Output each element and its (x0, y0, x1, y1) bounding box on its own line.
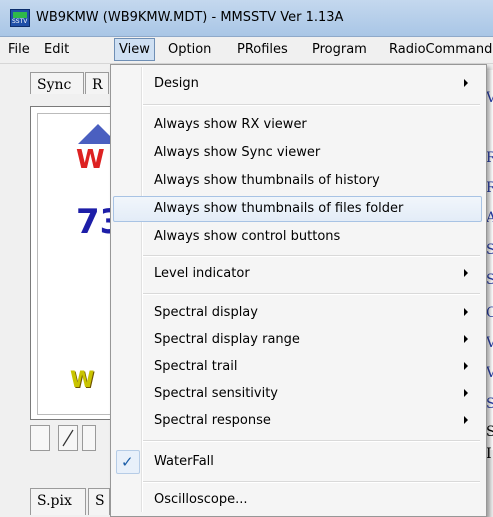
submenu-arrow-icon (464, 335, 468, 343)
right-strip-letter: S (486, 424, 493, 440)
menu-radiocommand[interactable]: RadioCommand (389, 42, 492, 57)
menu-item-show-sync-viewer[interactable]: Always show Sync viewer (113, 140, 482, 166)
menu-separator (143, 440, 480, 442)
rect-tool-button[interactable] (82, 425, 96, 451)
menu-item-show-rx-viewer[interactable]: Always show RX viewer (113, 112, 482, 138)
menu-item-show-control-buttons[interactable]: Always show control buttons (113, 224, 482, 250)
submenu-arrow-icon (464, 416, 468, 424)
picture-text-y: W (70, 368, 95, 393)
submenu-arrow-icon (464, 308, 468, 316)
menu-bar: File Edit View Option PRofiles Program R… (0, 37, 493, 64)
submenu-arrow-icon (464, 79, 468, 87)
line-tool-button[interactable] (58, 425, 78, 451)
right-strip-letter: R (486, 150, 493, 166)
checkmark-icon: ✓ (121, 453, 134, 471)
menu-item-spectral-response[interactable]: Spectral response (113, 408, 482, 434)
menu-item-oscilloscope[interactable]: Oscilloscope... (113, 487, 482, 513)
right-strip-letter: V (486, 335, 493, 351)
tab-spix[interactable]: S.pix (30, 488, 86, 515)
submenu-arrow-icon (464, 269, 468, 277)
menu-edit[interactable]: Edit (44, 42, 69, 57)
menu-separator (143, 255, 480, 257)
app-icon[interactable]: SSTV (10, 9, 30, 27)
menu-item-show-folder-thumbnails[interactable]: Always show thumbnails of files folder (113, 196, 482, 222)
menu-item-spectral-trail[interactable]: Spectral trail (113, 354, 482, 380)
menu-item-waterfall[interactable]: ✓ WaterFall (113, 449, 482, 475)
right-strip-letter: C (486, 305, 493, 321)
right-strip-letter: S (486, 272, 493, 288)
menu-item-spectral-sensitivity[interactable]: Spectral sensitivity (113, 381, 482, 407)
tab-rx[interactable]: R (85, 72, 109, 94)
right-strip-letter: S (486, 242, 493, 258)
tab-sync[interactable]: Sync (30, 72, 84, 94)
menu-option[interactable]: Option (168, 42, 211, 57)
menu-item-spectral-display[interactable]: Spectral display (113, 300, 482, 326)
right-strip-letter: A (486, 210, 493, 226)
tab-s[interactable]: S (88, 488, 110, 515)
menu-program[interactable]: Program (312, 42, 367, 57)
right-strip-letter: R (486, 180, 493, 196)
menu-item-spectral-display-range[interactable]: Spectral display range (113, 327, 482, 353)
menu-profiles[interactable]: PRofiles (237, 42, 288, 57)
tool-blank-button[interactable] (30, 425, 50, 451)
window-title: WB9KMW (WB9KMW.MDT) - MMSSTV Ver 1.13A (36, 10, 344, 25)
right-strip-letter: V (486, 365, 493, 381)
menu-item-show-history-thumbnails[interactable]: Always show thumbnails of history (113, 168, 482, 194)
menu-separator (143, 104, 480, 106)
right-strip-letter: V (486, 90, 493, 106)
submenu-arrow-icon (464, 362, 468, 370)
menu-item-design[interactable]: Design (113, 71, 482, 97)
view-menu-dropdown: Design Always show RX viewer Always show… (110, 64, 487, 517)
picture-text-w: W (76, 145, 105, 175)
submenu-arrow-icon (464, 389, 468, 397)
right-strip-letter: S (486, 396, 493, 412)
menu-item-level-indicator[interactable]: Level indicator (113, 261, 482, 287)
menu-separator (143, 293, 480, 295)
line-icon (62, 429, 74, 447)
menu-file[interactable]: File (8, 42, 30, 57)
menu-separator (143, 481, 480, 483)
menu-view[interactable]: View (114, 38, 155, 61)
